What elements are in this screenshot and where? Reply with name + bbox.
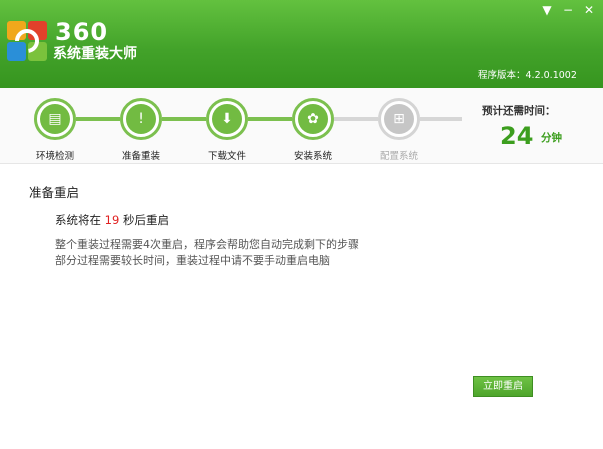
app-header: 360 系统重装大师 ▼ − ✕ 程序版本：4.2.0.1002 — [0, 0, 603, 88]
version-label: 程序版本：4.2.0.1002 — [478, 70, 577, 81]
step-prepare: ! — [120, 98, 162, 140]
logo-number: 360 — [55, 18, 109, 46]
description-line: 部分过程需要较长时间，重装过程中请不要手动重启电脑 — [55, 254, 330, 267]
step-configure: ⊞ — [378, 98, 420, 140]
step-install: ✿ — [292, 98, 334, 140]
description-line: 整个重装过程需要4次重启，程序会帮助您自动完成剩下的步骤 — [55, 238, 359, 251]
section-title: 准备重启 — [29, 185, 80, 200]
progress-steps: ▤ ! ⬇ ✿ ⊞ 环境检测 准备重装 下载文件 安装系统 配置系统 预计还需时… — [0, 88, 603, 164]
minimize-icon[interactable]: − — [559, 2, 577, 18]
restart-now-button[interactable]: 立即重启 — [473, 376, 533, 397]
app-title: 系统重装大师 — [53, 46, 137, 62]
countdown-prefix: 系统将在 — [55, 213, 101, 227]
install-icon: ✿ — [298, 104, 328, 134]
windows-icon: ⊞ — [384, 104, 414, 134]
menu-dropdown-icon[interactable]: ▼ — [538, 2, 556, 18]
restart-countdown: 系统将在 19 秒后重启 — [55, 212, 169, 228]
countdown-seconds: 19 — [104, 213, 120, 227]
step-connector — [162, 117, 206, 121]
step-label: 准备重装 — [121, 151, 160, 162]
countdown-suffix: 秒后重启 — [122, 213, 169, 227]
logo-icon — [7, 21, 47, 61]
step-connector — [334, 117, 378, 121]
step-label: 配置系统 — [379, 151, 418, 162]
step-connector — [76, 117, 120, 121]
step-env-check: ▤ — [34, 98, 76, 140]
step-download: ⬇ — [206, 98, 248, 140]
step-label: 下载文件 — [207, 151, 246, 162]
eta-unit: 分钟 — [541, 132, 562, 144]
eta-label: 预计还需时间： — [482, 105, 556, 117]
document-icon: ▤ — [40, 104, 70, 134]
step-label: 环境检测 — [35, 151, 74, 162]
step-connector — [420, 117, 462, 121]
step-connector — [248, 117, 292, 121]
eta-value: 24 — [500, 122, 534, 150]
download-icon: ⬇ — [212, 104, 242, 134]
step-label: 安装系统 — [293, 151, 332, 162]
clipboard-icon: ! — [126, 104, 156, 134]
close-icon[interactable]: ✕ — [580, 2, 598, 18]
